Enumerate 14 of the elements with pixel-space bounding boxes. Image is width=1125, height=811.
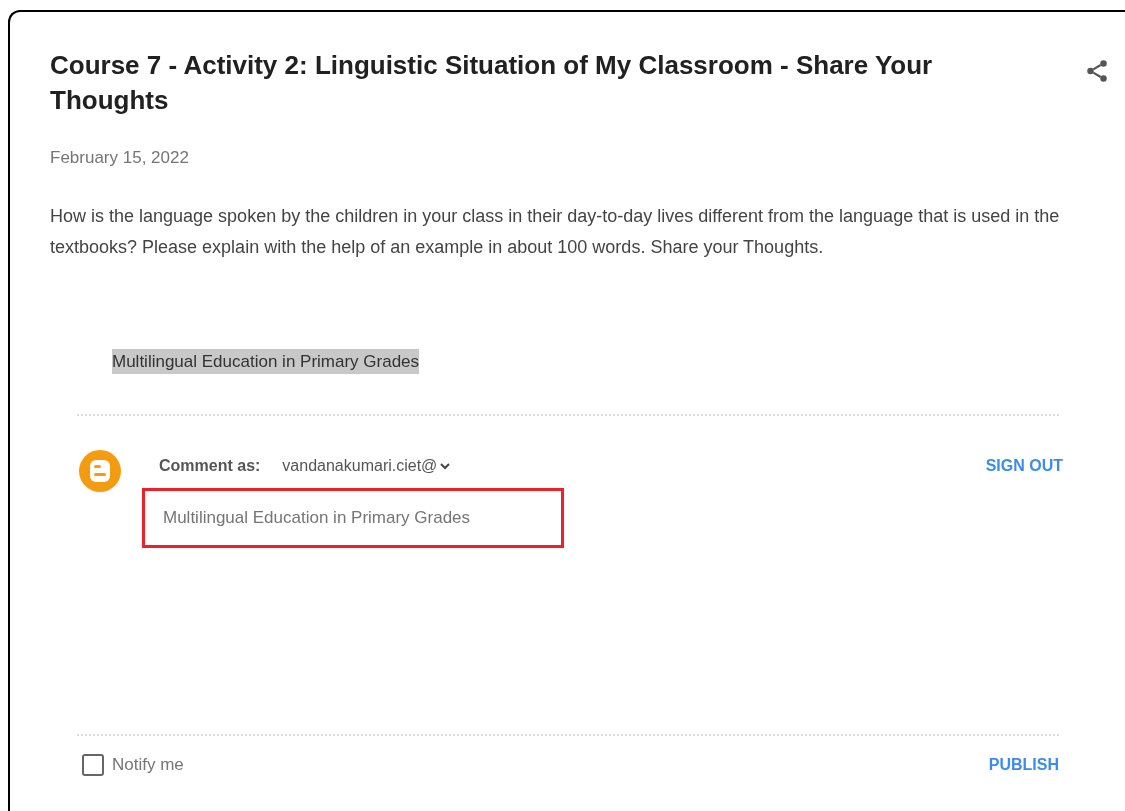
sign-out-button[interactable]: SIGN OUT [985, 454, 1063, 478]
share-icon[interactable] [1084, 58, 1110, 84]
notify-label: Notify me [112, 754, 184, 776]
comment-as-label: Comment as: [159, 456, 261, 476]
highlighted-text: Multilingual Education in Primary Grades [112, 348, 420, 374]
post-date: February 15, 2022 [50, 147, 190, 169]
post-body: How is the language spoken by the children in your class in their day-to-day lives different from the language that is used in the textbooks? Please explain with the help of an example in about 100 words. Share your Thoughts. [50, 204, 1061, 259]
blogger-logo-icon [79, 450, 121, 492]
account-dropdown[interactable]: vandanakumari.ciet@ [282, 454, 452, 478]
notify-checkbox[interactable] [82, 753, 104, 776]
chevron-down-icon [439, 460, 452, 472]
publish-button[interactable]: PUBLISH [988, 752, 1059, 777]
comment-input-field[interactable]: Multilingual Education in Primary Grades [142, 488, 564, 548]
post-title: Course 7 - Activity 2: Linguistic Situation of My Classroom - Share Your Thoughts [50, 49, 934, 117]
